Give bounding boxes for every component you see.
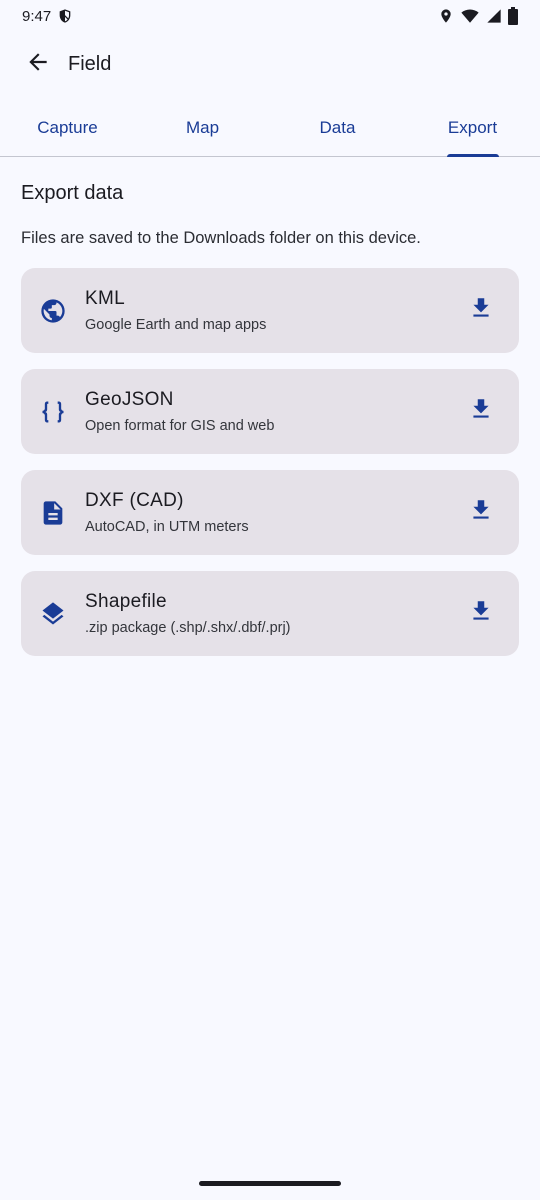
tab-capture[interactable]: Capture — [0, 100, 135, 156]
download-icon — [468, 396, 494, 427]
download-icon — [468, 598, 494, 629]
section-subtitle: Files are saved to the Downloads folder … — [21, 229, 421, 247]
card-title: KML — [85, 288, 125, 309]
location-icon — [438, 7, 454, 25]
arrow-back-icon — [25, 49, 51, 80]
tab-export[interactable]: Export — [405, 100, 540, 156]
card-title: DXF (CAD) — [85, 490, 184, 511]
signal-icon — [486, 8, 502, 24]
status-bar: 9:47 — [0, 0, 540, 32]
back-button[interactable] — [22, 48, 54, 80]
section-title: Export data — [21, 182, 124, 204]
page-title: Field — [68, 52, 112, 75]
export-card-shapefile[interactable]: Shapefile .zip package (.shp/.shx/.dbf/.… — [21, 571, 519, 656]
globe-icon — [39, 297, 67, 325]
download-dxf-button[interactable] — [461, 493, 501, 533]
layers-icon — [39, 600, 67, 628]
gesture-nav-handle[interactable] — [199, 1181, 341, 1186]
card-title: GeoJSON — [85, 389, 174, 410]
download-icon — [468, 295, 494, 326]
tab-map[interactable]: Map — [135, 100, 270, 156]
shield-icon — [57, 8, 73, 24]
export-card-geojson[interactable]: GeoJSON Open format for GIS and web — [21, 369, 519, 454]
download-shapefile-button[interactable] — [461, 594, 501, 634]
card-title: Shapefile — [85, 591, 167, 612]
braces-icon — [39, 398, 67, 426]
tab-data[interactable]: Data — [270, 100, 405, 156]
card-description: AutoCAD, in UTM meters — [85, 519, 249, 535]
wifi-icon — [460, 7, 480, 25]
top-app-bar: Field — [0, 36, 540, 92]
download-geojson-button[interactable] — [461, 392, 501, 432]
battery-icon — [508, 7, 518, 25]
document-icon — [39, 499, 67, 527]
tab-bar: Capture Map Data Export — [0, 100, 540, 157]
export-card-kml[interactable]: KML Google Earth and map apps — [21, 268, 519, 353]
export-options-list: KML Google Earth and map apps GeoJSON Op… — [21, 268, 519, 672]
card-description: .zip package (.shp/.shx/.dbf/.prj) — [85, 620, 291, 636]
card-description: Open format for GIS and web — [85, 418, 275, 434]
export-card-dxf[interactable]: DXF (CAD) AutoCAD, in UTM meters — [21, 470, 519, 555]
download-kml-button[interactable] — [461, 291, 501, 331]
status-time: 9:47 — [22, 7, 52, 25]
card-description: Google Earth and map apps — [85, 317, 267, 333]
download-icon — [468, 497, 494, 528]
